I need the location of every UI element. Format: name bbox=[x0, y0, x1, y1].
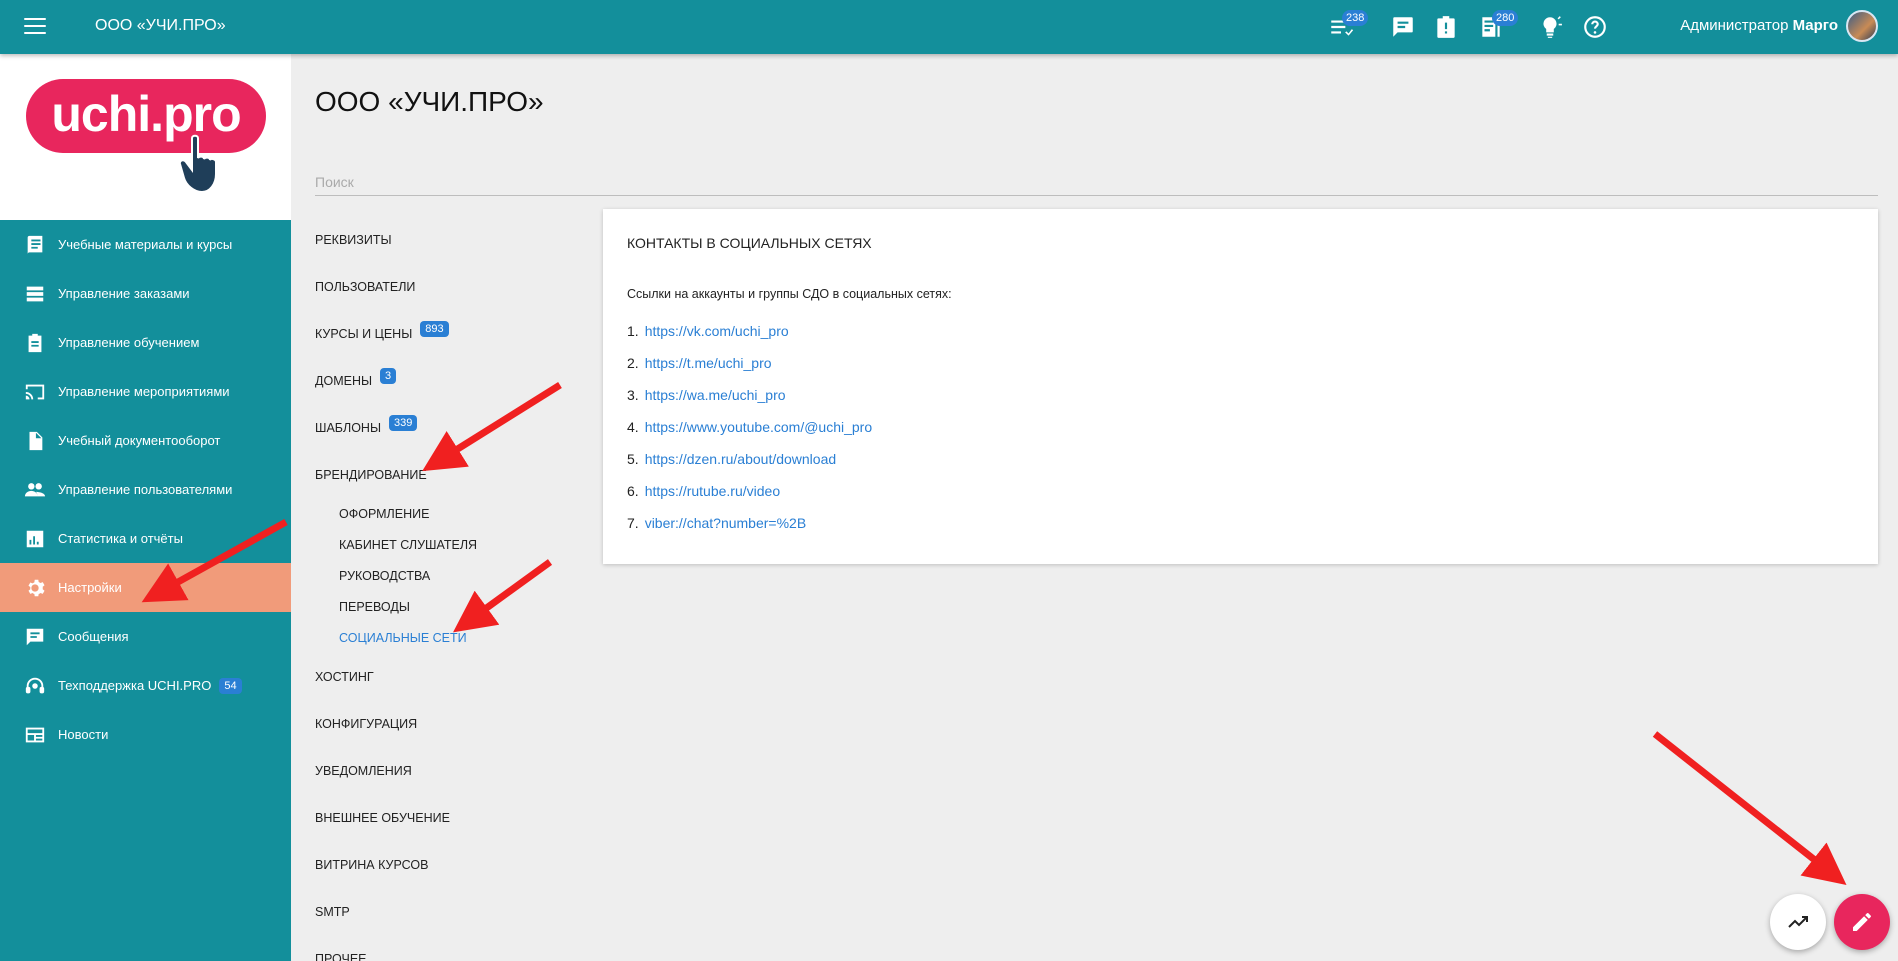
subnav-item-requisites[interactable]: Реквизиты bbox=[315, 216, 585, 263]
menu-icon[interactable] bbox=[24, 18, 46, 34]
subnav-item-courses-prices[interactable]: Курсы и цены 893 bbox=[315, 310, 585, 357]
social-link-youtube[interactable]: https://www.youtube.com/@uchi_pro bbox=[645, 419, 872, 435]
sidebar-item-users[interactable]: Управление пользователями bbox=[0, 465, 291, 514]
social-links-list: 1. https://vk.com/uchi_pro 2. https://t.me… bbox=[627, 315, 1854, 539]
top-org-name: ООО «УЧИ.ПРО» bbox=[95, 17, 226, 34]
sidebar-item-messages[interactable]: Сообщения bbox=[0, 612, 291, 661]
list-item: 7. viber://chat?number=%2B bbox=[627, 515, 807, 531]
sidebar-item-orders[interactable]: Управление заказами bbox=[0, 269, 291, 318]
message-icon bbox=[26, 628, 44, 645]
sidebar-item-news[interactable]: Новости bbox=[0, 710, 291, 759]
search-input[interactable] bbox=[315, 168, 1878, 196]
support-icon bbox=[25, 677, 45, 693]
list-item: 1. https://vk.com/uchi_pro bbox=[627, 323, 789, 339]
edit-fab-button[interactable] bbox=[1834, 894, 1890, 950]
card-title: Контакты в социальных сетях bbox=[627, 235, 872, 251]
book-icon bbox=[27, 235, 43, 254]
users-icon bbox=[24, 482, 46, 496]
subnav-item-domains[interactable]: Домены 3 bbox=[315, 357, 585, 404]
gear-icon bbox=[28, 579, 45, 596]
social-contacts-card: Контакты в социальных сетях Ссылки на ак… bbox=[603, 209, 1878, 564]
sidebar-nav: Учебные материалы и курсы Управление зак… bbox=[0, 220, 291, 759]
domains-badge: 3 bbox=[380, 367, 397, 384]
help-icon[interactable] bbox=[1582, 14, 1608, 40]
subnav-item-notifications[interactable]: Уведомления bbox=[315, 747, 585, 794]
settings-subnav: Реквизиты Пользователи Курсы и цены 893 Д… bbox=[315, 216, 585, 961]
hand-pointer-icon bbox=[180, 134, 217, 194]
courses-badge: 893 bbox=[420, 320, 449, 337]
social-link-vk[interactable]: https://vk.com/uchi_pro bbox=[645, 323, 789, 339]
news-icon bbox=[25, 727, 45, 742]
sidebar-item-documents[interactable]: Учебный документооборот bbox=[0, 416, 291, 465]
user-name[interactable]: Администратор Марго bbox=[1680, 17, 1838, 34]
list-item: 3. https://wa.me/uchi_pro bbox=[627, 387, 786, 403]
logo: uchi.pro bbox=[26, 79, 266, 153]
list-icon[interactable]: 238 bbox=[1328, 10, 1369, 40]
sidebar-item-stats[interactable]: Статистика и отчёты bbox=[0, 514, 291, 563]
list-item: 4. https://www.youtube.com/@uchi_pro bbox=[627, 419, 873, 435]
subnav-child-social-networks[interactable]: Социальные сети bbox=[315, 622, 585, 653]
subnav-child-guides[interactable]: Руководства bbox=[315, 560, 585, 591]
sidebar-item-support[interactable]: Техподдержка UCHI.PRO 54 bbox=[0, 661, 291, 710]
pencil-icon bbox=[1853, 913, 1871, 931]
lightbulb-icon[interactable] bbox=[1537, 14, 1563, 40]
clipboard-icon bbox=[28, 333, 42, 352]
sidebar-item-courses[interactable]: Учебные материалы и курсы bbox=[0, 220, 291, 269]
clipboard-alert-icon[interactable] bbox=[1433, 14, 1459, 40]
subnav-item-external-learning[interactable]: Внешнее обучение bbox=[315, 794, 585, 841]
arrow-edit bbox=[1652, 731, 1847, 886]
page-title: ООО «УЧИ.ПРО» bbox=[315, 86, 544, 117]
trending-icon bbox=[1788, 916, 1808, 928]
subnav-child-translations[interactable]: Переводы bbox=[315, 591, 585, 622]
subnav-item-course-showcase[interactable]: Витрина курсов bbox=[315, 841, 585, 888]
top-bar: ООО «УЧИ.ПРО» 238 280 Администратор Марг… bbox=[0, 0, 1898, 54]
docs-badge: 280 bbox=[1492, 10, 1519, 26]
tasks-badge: 238 bbox=[1342, 10, 1369, 26]
subnav-item-users[interactable]: Пользователи bbox=[315, 263, 585, 310]
stats-fab-button[interactable] bbox=[1770, 894, 1826, 950]
chat-icon[interactable] bbox=[1390, 14, 1416, 40]
sidebar-item-learning[interactable]: Управление обучением bbox=[0, 318, 291, 367]
logo-area: uchi.pro bbox=[0, 54, 291, 220]
social-link-dzen[interactable]: https://dzen.ru/about/download bbox=[645, 451, 836, 467]
document-icon[interactable]: 280 bbox=[1478, 10, 1519, 40]
templates-badge: 339 bbox=[389, 414, 418, 431]
support-badge: 54 bbox=[219, 677, 242, 694]
social-link-telegram[interactable]: https://t.me/uchi_pro bbox=[645, 355, 772, 371]
list-item: 5. https://dzen.ru/about/download bbox=[627, 451, 837, 467]
social-link-whatsapp[interactable]: https://wa.me/uchi_pro bbox=[645, 387, 786, 403]
subnav-item-hosting[interactable]: Хостинг bbox=[315, 653, 585, 700]
subnav-item-branding[interactable]: Брендирование bbox=[315, 451, 585, 498]
table-icon bbox=[26, 286, 44, 301]
subnav-child-design[interactable]: Оформление bbox=[315, 498, 585, 529]
social-link-viber[interactable]: viber://chat?number=%2B bbox=[645, 515, 806, 531]
subnav-item-templates[interactable]: Шаблоны 339 bbox=[315, 404, 585, 451]
file-icon bbox=[29, 431, 43, 450]
cast-icon bbox=[25, 384, 45, 399]
sidebar-item-settings[interactable]: Настройки bbox=[0, 563, 291, 612]
list-item: 2. https://t.me/uchi_pro bbox=[627, 355, 772, 371]
list-item: 6. https://rutube.ru/video bbox=[627, 483, 781, 499]
subnav-child-student-cabinet[interactable]: Кабинет слушателя bbox=[315, 529, 585, 560]
card-description: Ссылки на аккаунты и группы СДО в социал… bbox=[627, 287, 952, 301]
subnav-item-other[interactable]: Прочее bbox=[315, 935, 585, 961]
subnav-item-configuration[interactable]: Конфигурация bbox=[315, 700, 585, 747]
stats-icon bbox=[26, 530, 44, 547]
sidebar-item-events[interactable]: Управление мероприятиями bbox=[0, 367, 291, 416]
social-link-rutube[interactable]: https://rutube.ru/video bbox=[645, 483, 780, 499]
avatar[interactable] bbox=[1846, 10, 1878, 42]
sidebar: uchi.pro Учебные материалы и курсы Управ… bbox=[0, 54, 291, 961]
subnav-item-smtp[interactable]: SMTP bbox=[315, 888, 585, 935]
